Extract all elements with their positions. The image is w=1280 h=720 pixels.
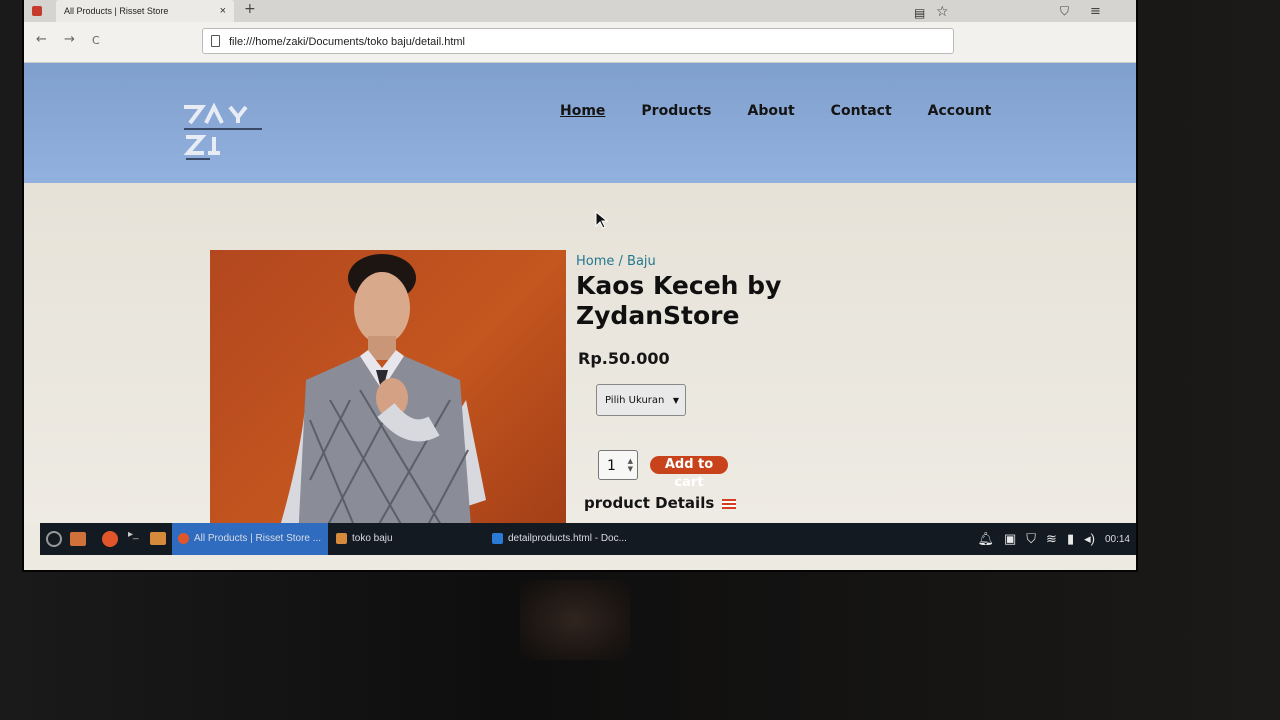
taskbar-item-label: detailproducts.html - Doc... xyxy=(508,533,627,544)
product-details-heading: product Details xyxy=(584,494,737,512)
screen: All Products | Risset Store × + ← → C fi… xyxy=(24,0,1136,570)
product-detail-panel: Home / Baju Kaos Keceh by ZydanStore Rp.… xyxy=(576,254,836,512)
window-menu-icon[interactable] xyxy=(32,6,42,16)
volume-icon[interactable]: ◂) xyxy=(1084,531,1095,547)
taskbar-item-browser[interactable]: All Products | Risset Store ... xyxy=(172,523,328,555)
taskbar-item-folder[interactable]: toko baju xyxy=(330,523,470,555)
size-select[interactable]: Pilih Ukuran ▼ xyxy=(596,384,686,416)
list-icon[interactable] xyxy=(722,498,737,509)
tab-close-icon[interactable]: × xyxy=(220,0,226,22)
clock[interactable]: 00:14 xyxy=(1105,534,1130,545)
size-select-value: Pilih Ukuran xyxy=(605,395,665,406)
menu-icon[interactable]: ≡ xyxy=(1090,4,1101,19)
browser-toolbar: ← → C file:///home/zaki/Documents/toko b… xyxy=(24,4,1136,63)
files-app-icon[interactable] xyxy=(70,532,86,546)
firefox-icon[interactable] xyxy=(102,531,118,547)
reader-view-icon[interactable]: ▤ xyxy=(914,6,925,20)
firefox-small-icon xyxy=(178,532,189,544)
forward-icon[interactable]: → xyxy=(64,32,75,47)
start-menu-icon[interactable] xyxy=(46,531,62,547)
wifi-icon[interactable]: ≋ xyxy=(1046,531,1057,547)
shield-icon[interactable]: ⛉ xyxy=(1026,531,1036,547)
shield-icon[interactable]: ⛉ xyxy=(1060,4,1069,19)
nav-account[interactable]: Account xyxy=(928,103,992,119)
folder-small-icon xyxy=(336,532,347,544)
bookmark-star-icon[interactable]: ☆ xyxy=(936,4,949,20)
taskbar-item-label: toko baju xyxy=(352,533,393,544)
spinner-icon[interactable]: ▲ ▼ xyxy=(628,457,633,473)
product-price: Rp.50.000 xyxy=(578,349,670,368)
nav-about[interactable]: About xyxy=(748,103,795,119)
back-icon[interactable]: ← xyxy=(36,32,47,47)
clipboard-icon[interactable]: ▣ xyxy=(1004,531,1016,547)
reload-icon[interactable]: C xyxy=(92,34,100,47)
page-icon xyxy=(211,35,220,47)
site-logo[interactable] xyxy=(180,93,270,163)
product-details-label: product Details xyxy=(584,494,715,512)
terminal-icon[interactable]: ▸_ xyxy=(128,529,139,540)
add-to-cart-button[interactable]: Add to cart xyxy=(650,456,728,490)
tab-title: All Products | Risset Store xyxy=(64,6,169,16)
bell-icon[interactable]: 🔔︎ xyxy=(977,531,994,547)
folder-icon[interactable] xyxy=(150,532,166,545)
product-image xyxy=(210,250,566,540)
nav-products[interactable]: Products xyxy=(641,103,711,119)
mouse-pointer-icon xyxy=(595,211,609,229)
browser-tab-bar: All Products | Risset Store × + xyxy=(24,0,1136,22)
model-photo xyxy=(276,254,486,540)
system-tray: 🔔︎ ▣ ⛉ ≋ ▮ ◂) 00:14 xyxy=(977,523,1130,555)
url-text: file:///home/zaki/Documents/toko baju/de… xyxy=(229,36,466,48)
new-tab-button[interactable]: + xyxy=(244,0,256,18)
nav-contact[interactable]: Contact xyxy=(831,103,892,119)
product-title: Kaos Keceh by ZydanStore xyxy=(576,271,782,330)
nav-home[interactable]: Home xyxy=(560,103,605,119)
taskbar-item-editor[interactable]: detailproducts.html - Doc... xyxy=(486,523,676,555)
monitor-logo-reflection xyxy=(520,580,630,660)
battery-icon[interactable]: ▮ xyxy=(1067,531,1074,547)
os-taskbar: ▸_ All Products | Risset Store ... toko … xyxy=(40,523,1136,555)
vscode-icon xyxy=(492,532,503,544)
chevron-down-icon: ▼ xyxy=(672,396,679,405)
quantity-value: 1 xyxy=(607,458,616,474)
url-bar[interactable]: file:///home/zaki/Documents/toko baju/de… xyxy=(202,28,954,54)
quantity-stepper[interactable]: 1 ▲ ▼ xyxy=(598,450,638,480)
site-header: Home Products About Contact Account xyxy=(24,63,1136,183)
taskbar-item-label: All Products | Risset Store ... xyxy=(194,533,322,544)
main-nav: Home Products About Contact Account xyxy=(560,103,991,119)
browser-tab[interactable]: All Products | Risset Store × xyxy=(56,0,234,22)
breadcrumb[interactable]: Home / Baju xyxy=(576,254,836,269)
